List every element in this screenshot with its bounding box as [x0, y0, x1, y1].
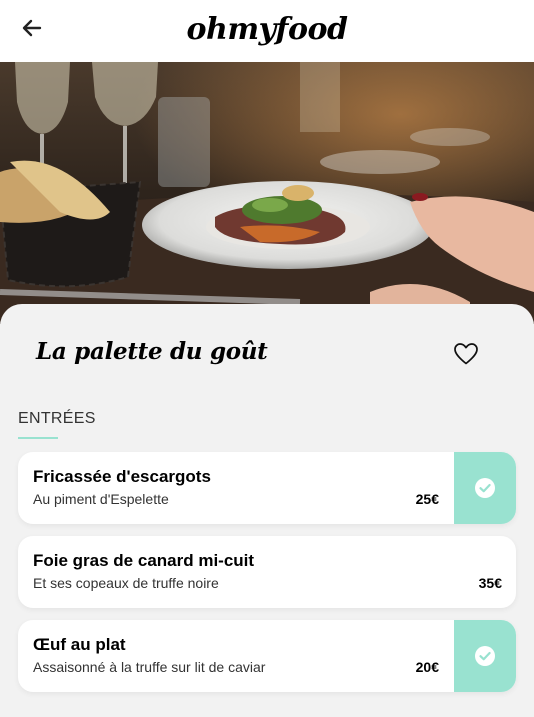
- restaurant-title: La palette du goût: [36, 338, 268, 365]
- menu-item-card[interactable]: Foie gras de canard mi-cuit Et ses copea…: [18, 536, 516, 608]
- menu-item-card[interactable]: Fricassée d'escargots Au piment d'Espele…: [18, 452, 516, 524]
- menu-item-price: 25€: [415, 491, 439, 507]
- selected-check-panel[interactable]: [454, 452, 516, 524]
- section-title-entrees: ENTRÉES: [18, 410, 96, 427]
- menu-item-price: 35€: [478, 575, 502, 591]
- menu-item-card[interactable]: Œuf au plat Assaisonné à la truffe sur l…: [18, 620, 516, 692]
- menu-item-price: 20€: [415, 659, 439, 675]
- menu-item-description: Et ses copeaux de truffe noire: [33, 575, 219, 591]
- menu-item-name: Fricassée d'escargots: [33, 467, 211, 486]
- top-header: ohmyfood: [0, 0, 534, 62]
- selected-check-panel[interactable]: [454, 620, 516, 692]
- menu-item-name: Foie gras de canard mi-cuit: [33, 551, 255, 570]
- menu-item-description: Assaisonné à la truffe sur lit de caviar: [33, 659, 266, 675]
- restaurant-hero-image: [0, 62, 534, 324]
- section-underline: [18, 437, 58, 439]
- heart-icon[interactable]: [453, 342, 479, 366]
- check-circle-icon: [475, 478, 495, 498]
- menu-sheet: La palette du goût ENTRÉES Fricassée d'e…: [0, 304, 534, 717]
- app-logo[interactable]: ohmyfood: [0, 12, 534, 47]
- menu-item-description: Au piment d'Espelette: [33, 491, 169, 507]
- menu-item-name: Œuf au plat: [33, 635, 126, 654]
- check-circle-icon: [475, 646, 495, 666]
